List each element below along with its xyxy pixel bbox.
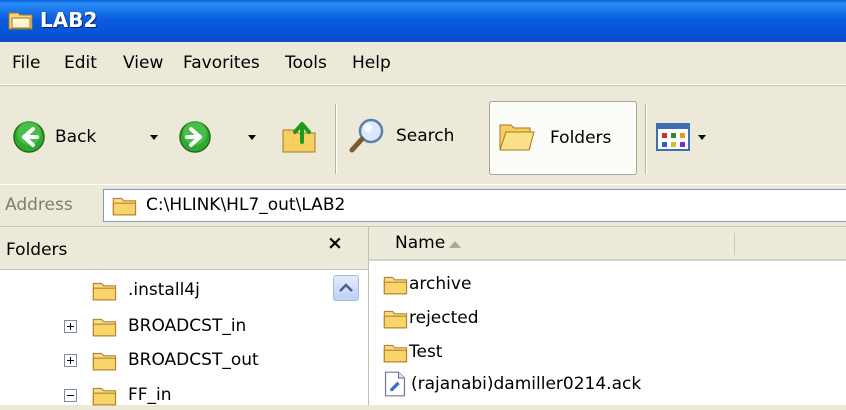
file-list-pane: Name archive rejected Test (rajanabi)dam… — [369, 227, 846, 405]
back-button[interactable]: Back — [12, 120, 96, 154]
list-item[interactable]: rejected — [383, 303, 479, 333]
collapse-icon[interactable] — [64, 389, 77, 402]
forward-dropdown-icon[interactable] — [248, 135, 256, 140]
column-divider[interactable] — [734, 233, 735, 255]
folders-pane-header: Folders × — [0, 227, 368, 270]
folder-icon — [92, 385, 118, 406]
sort-ascending-icon — [449, 241, 461, 248]
menu-view[interactable]: View — [123, 53, 163, 73]
menu-file[interactable]: File — [12, 53, 40, 73]
search-icon — [349, 118, 384, 153]
search-button[interactable]: Search — [348, 116, 454, 156]
up-folder-icon — [282, 122, 316, 153]
folder-icon — [383, 308, 409, 329]
folder-icon — [112, 195, 138, 216]
views-dropdown-icon[interactable] — [698, 135, 706, 140]
folder-icon — [92, 350, 118, 371]
folder-icon — [8, 12, 33, 30]
folders-pane-title: Folders — [6, 240, 68, 260]
tree-item[interactable]: BROADCST_in — [92, 311, 246, 341]
folders-button[interactable]: Folders — [489, 101, 637, 175]
toolbar-separator — [645, 104, 646, 174]
menu-help[interactable]: Help — [352, 53, 391, 73]
list-item[interactable]: Test — [383, 337, 442, 367]
menu-edit[interactable]: Edit — [64, 53, 97, 73]
tree-item[interactable]: .install4j — [92, 275, 200, 305]
menu-bar: File Edit View Favorites Tools Help — [0, 42, 846, 85]
back-arrow-icon — [13, 121, 45, 153]
title-bar[interactable]: LAB2 — [0, 0, 846, 42]
up-folder-button[interactable] — [280, 116, 320, 156]
chevron-up-icon — [339, 283, 353, 292]
file-icon — [384, 371, 406, 397]
back-label: Back — [55, 127, 97, 147]
column-header-name[interactable]: Name — [369, 227, 846, 261]
tree-item[interactable]: FF_in — [92, 380, 172, 410]
tree-item[interactable]: BROADCST_out — [92, 345, 259, 375]
forward-arrow-icon — [179, 121, 211, 153]
address-input[interactable]: C:\HLINK\HL7_out\LAB2 — [103, 189, 846, 222]
address-label: Address — [5, 195, 73, 215]
folders-icon — [499, 124, 535, 151]
expand-icon[interactable] — [64, 320, 77, 333]
views-icon — [656, 123, 690, 151]
folder-icon — [383, 342, 409, 363]
folder-icon — [92, 316, 118, 337]
list-item[interactable]: archive — [383, 269, 471, 299]
window-title: LAB2 — [40, 8, 98, 32]
folders-label: Folders — [550, 128, 612, 148]
list-item[interactable]: (rajanabi)damiller0214.ack — [383, 369, 641, 399]
close-icon[interactable]: × — [327, 232, 343, 254]
views-button[interactable] — [656, 123, 690, 151]
toolbar-separator — [335, 104, 336, 174]
folder-icon — [383, 274, 409, 295]
scroll-up-button[interactable] — [333, 275, 359, 301]
menu-favorites[interactable]: Favorites — [183, 53, 260, 73]
menu-tools[interactable]: Tools — [285, 53, 327, 73]
column-name-label: Name — [395, 233, 446, 253]
address-value: C:\HLINK\HL7_out\LAB2 — [146, 195, 346, 215]
address-bar: Address C:\HLINK\HL7_out\LAB2 — [0, 184, 846, 227]
expand-icon[interactable] — [64, 354, 77, 367]
back-dropdown-icon[interactable] — [150, 135, 158, 140]
folders-pane: Folders × .install4j BROADCST_in BROADCS… — [0, 227, 369, 405]
folder-icon — [92, 280, 118, 301]
search-label: Search — [396, 126, 455, 146]
forward-button[interactable] — [178, 120, 212, 154]
